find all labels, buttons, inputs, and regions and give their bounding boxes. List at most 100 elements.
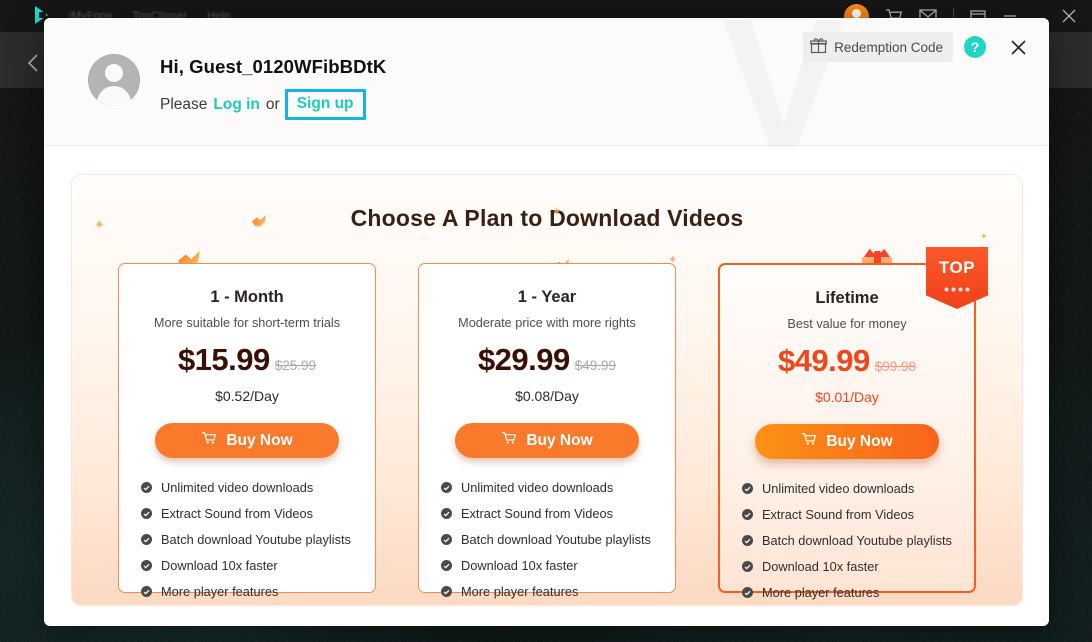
- cart-icon: [801, 432, 817, 451]
- plan-description: Best value for money: [787, 317, 907, 331]
- feature-list: Unlimited video downloads Extract Sound …: [141, 480, 375, 599]
- feature-label: Extract Sound from Videos: [161, 506, 313, 521]
- feature-label: Unlimited video downloads: [461, 480, 614, 495]
- avatar-head: [105, 64, 123, 82]
- modal-header: V Hi, Guest_0120WFibBDtK Please Log in o…: [44, 18, 1049, 177]
- help-icon[interactable]: ?: [964, 36, 986, 58]
- feature-label: Download 10x faster: [161, 558, 278, 573]
- buy-now-label: Buy Now: [526, 431, 593, 449]
- login-link[interactable]: Log in: [213, 96, 260, 114]
- list-item: Extract Sound from Videos: [742, 507, 974, 522]
- plans-panel: Choose A Plan to Download Videos ✦ ✦ ✦ ✦…: [72, 175, 1022, 605]
- plan-old-price: $99.98: [874, 359, 917, 374]
- plan-price: $29.99: [477, 342, 570, 377]
- redemption-code-label: Redemption Code: [834, 39, 943, 55]
- price-row: $49.99 $99.98: [720, 343, 974, 379]
- check-circle-icon: [141, 560, 152, 571]
- plan-price-per-day: $0.01/Day: [815, 389, 879, 405]
- plan-name: 1 - Year: [517, 288, 577, 306]
- list-item: More player features: [742, 585, 974, 600]
- buy-now-button-month[interactable]: Buy Now: [155, 423, 339, 458]
- plan-name: 1 - Month: [210, 288, 284, 306]
- signup-link-highlight[interactable]: Sign up: [284, 89, 366, 120]
- page-title: Choose A Plan to Download Videos: [350, 205, 744, 231]
- check-circle-icon: [441, 508, 452, 519]
- check-circle-icon: [742, 561, 753, 572]
- auth-line: Please Log in or Sign up: [160, 89, 386, 120]
- top-badge-label: TOP: [938, 258, 976, 277]
- or-label: or: [265, 95, 280, 113]
- list-item: Unlimited video downloads: [742, 481, 974, 496]
- feature-label: Unlimited video downloads: [762, 481, 915, 496]
- feature-label: Download 10x faster: [762, 559, 879, 574]
- user-text-block: Hi, Guest_0120WFibBDtK Please Log in or …: [160, 54, 386, 120]
- plan-old-price: $25.99: [274, 358, 317, 373]
- check-circle-icon: [441, 534, 452, 545]
- check-circle-icon: [742, 509, 753, 520]
- plan-card-lifetime[interactable]: TOP Lifetime Best value for money $49.99…: [718, 247, 988, 600]
- cart-icon: [201, 431, 217, 450]
- check-circle-icon: [141, 534, 152, 545]
- plan-price-per-day: $0.52/Day: [215, 388, 279, 404]
- please-label: Please: [160, 95, 208, 113]
- back-chevron-icon[interactable]: [26, 52, 40, 79]
- list-item: Batch download Youtube playlists: [441, 532, 675, 547]
- check-circle-icon: [141, 586, 152, 597]
- plan-card-list: 1 - Month More suitable for short-term t…: [72, 247, 1022, 600]
- close-icon[interactable]: [1060, 7, 1078, 25]
- plan-price: $15.99: [177, 342, 270, 377]
- check-circle-icon: [141, 482, 152, 493]
- plan-card-month[interactable]: 1 - Month More suitable for short-term t…: [118, 263, 376, 599]
- check-circle-icon: [441, 560, 452, 571]
- price-row: $29.99 $49.99: [419, 342, 675, 378]
- feature-label: Batch download Youtube playlists: [161, 532, 351, 547]
- feature-label: Extract Sound from Videos: [461, 506, 613, 521]
- feature-list: Unlimited video downloads Extract Sound …: [742, 481, 974, 600]
- list-item: More player features: [141, 584, 375, 599]
- list-item: Batch download Youtube playlists: [141, 532, 375, 547]
- plan-price-per-day: $0.08/Day: [515, 388, 579, 404]
- list-item: More player features: [441, 584, 675, 599]
- user-avatar-icon[interactable]: [88, 54, 140, 106]
- user-info-block: Hi, Guest_0120WFibBDtK Please Log in or …: [88, 54, 386, 120]
- feature-label: More player features: [461, 584, 579, 599]
- feature-label: Extract Sound from Videos: [762, 507, 914, 522]
- check-circle-icon: [742, 535, 753, 546]
- plan-card-year[interactable]: 1 - Year Moderate price with more rights…: [418, 263, 676, 599]
- buy-now-label: Buy Now: [226, 431, 293, 449]
- feature-label: Download 10x faster: [461, 558, 578, 573]
- buy-now-label: Buy Now: [826, 432, 893, 450]
- buy-now-button-lifetime[interactable]: Buy Now: [755, 424, 939, 459]
- price-row: $15.99 $25.99: [119, 342, 375, 378]
- list-item: Download 10x faster: [141, 558, 375, 573]
- feature-label: Batch download Youtube playlists: [461, 532, 651, 547]
- check-circle-icon: [742, 587, 753, 598]
- buy-now-button-year[interactable]: Buy Now: [455, 423, 639, 458]
- feature-label: More player features: [161, 584, 279, 599]
- signup-link[interactable]: Sign up: [297, 95, 354, 112]
- check-circle-icon: [441, 482, 452, 493]
- sparkle-icon: ✦: [980, 231, 988, 241]
- feature-label: Unlimited video downloads: [161, 480, 314, 495]
- list-item: Download 10x faster: [441, 558, 675, 573]
- redemption-code-button[interactable]: Redemption Code: [803, 32, 953, 62]
- check-circle-icon: [441, 586, 452, 597]
- list-item: Unlimited video downloads: [141, 480, 375, 495]
- feature-list: Unlimited video downloads Extract Sound …: [441, 480, 675, 599]
- avatar-body: [97, 86, 131, 106]
- greeting-text: Hi, Guest_0120WFibBDtK: [160, 56, 387, 77]
- cart-icon: [501, 431, 517, 450]
- plan-old-price: $49.99: [574, 358, 617, 373]
- plan-description: Moderate price with more rights: [458, 316, 636, 330]
- check-circle-icon: [141, 508, 152, 519]
- list-item: Unlimited video downloads: [441, 480, 675, 495]
- check-circle-icon: [742, 483, 753, 494]
- feature-label: More player features: [762, 585, 880, 600]
- close-icon[interactable]: [1005, 34, 1031, 60]
- feature-label: Batch download Youtube playlists: [762, 533, 952, 548]
- list-item: Extract Sound from Videos: [141, 506, 375, 521]
- plan-price: $49.99: [777, 343, 870, 378]
- purchase-modal: V Hi, Guest_0120WFibBDtK Please Log in o…: [44, 18, 1049, 626]
- list-item: Download 10x faster: [742, 559, 974, 574]
- help-label: ?: [970, 39, 980, 55]
